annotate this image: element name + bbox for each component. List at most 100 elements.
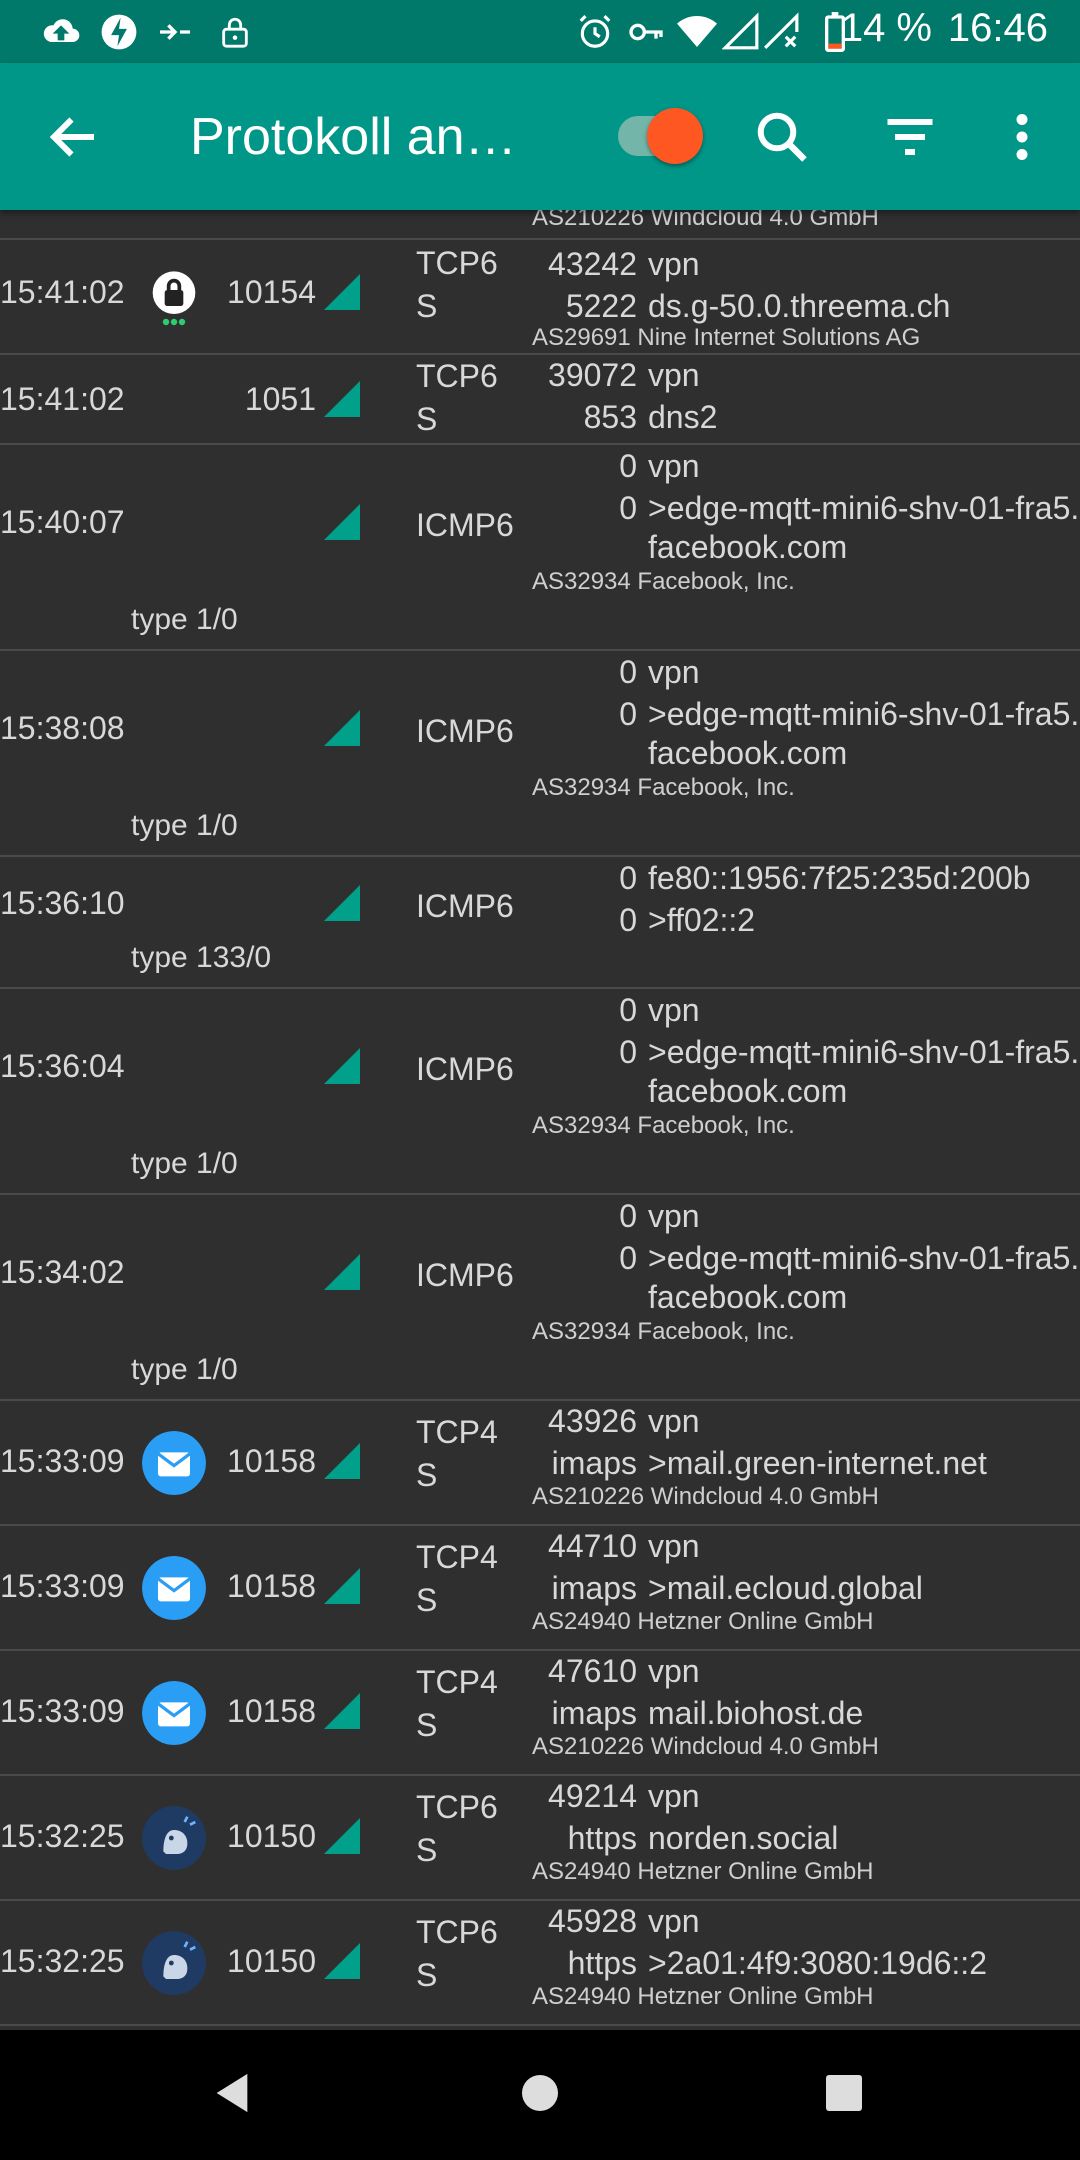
log-uid: 10158 (227, 1693, 316, 1729)
source-address: vpn (648, 1903, 700, 1939)
log-row[interactable]: 15:33:09 10158 TCP4 S 44710 vpn imaps >m… (0, 1526, 1080, 1651)
log-protocol: ICMP6 (416, 888, 514, 924)
as-name: AS32934 Facebook, Inc. (532, 1318, 795, 1345)
log-row[interactable]: 15:38:08 ICMP6 0 vpn 0 >edge-mqtt-mini6-… (0, 651, 1080, 857)
log-time: 15:33:09 (0, 1693, 125, 1729)
dest-port: 0 (619, 1034, 637, 1070)
back-arrow-icon[interactable] (44, 107, 104, 167)
icmp-type: type 1/0 (131, 809, 238, 842)
threema-lock-icon (152, 271, 196, 326)
as-name: AS210226 Windcloud 4.0 GmbH (532, 1733, 879, 1760)
log-row[interactable]: 15:33:09 10158 TCP4 S 47610 vpn imaps ma… (0, 1651, 1080, 1776)
log-protocol: ICMP6 (416, 713, 514, 749)
source-address: vpn (648, 1528, 700, 1564)
battery-percent: 14 % (840, 6, 932, 50)
dest-port: https (567, 1820, 637, 1856)
log-row[interactable]: 15:40:07 ICMP6 0 vpn 0 >edge-mqtt-mini6-… (0, 445, 1080, 651)
mail-app-icon (142, 1431, 206, 1495)
source-port: 0 (619, 860, 637, 896)
log-row[interactable]: 15:33:09 10158 TCP4 S 43926 vpn imaps >m… (0, 1401, 1080, 1526)
dest-address: >mail.green-internet.net (648, 1445, 987, 1481)
dest-port: imaps (551, 1445, 637, 1481)
dest-address: >edge-mqtt-mini6-shv-01-fra5. (648, 1034, 1080, 1070)
source-address: vpn (648, 1653, 700, 1689)
source-address: vpn (648, 992, 700, 1028)
dest-address: >edge-mqtt-mini6-shv-01-fra5. (648, 1240, 1080, 1276)
data-transfer-icon (160, 24, 190, 40)
log-row[interactable]: 15:41:02 1051 TCP6 S 39072 vpn 853 dns2 (0, 355, 1080, 445)
log-protocol: ICMP6 (416, 507, 514, 543)
log-time: 15:40:07 (0, 504, 125, 540)
source-address: vpn (648, 1403, 700, 1439)
log-row[interactable]: 15:32:25 10150 TCP6 S 49214 vpn https no… (0, 1776, 1080, 1901)
log-uid: 10150 (227, 1818, 316, 1854)
source-port: 43926 (548, 1403, 637, 1439)
source-port: 45928 (548, 1903, 637, 1939)
cloud-upload-icon (43, 19, 80, 42)
source-port: 49214 (548, 1778, 637, 1814)
signal-strength-icon (324, 381, 360, 417)
log-uid: 1051 (244, 381, 316, 417)
log-uid: 10158 (227, 1443, 316, 1479)
log-row[interactable]: 15:32:25 10150 TCP6 S 45928 vpn https >2… (0, 1901, 1080, 2026)
source-address: vpn (648, 246, 700, 282)
key-icon (629, 23, 663, 41)
mastodon-app-icon (142, 1806, 206, 1870)
dest-port: 0 (619, 490, 637, 526)
source-address: fe80::1956:7f25:235d:200b (648, 860, 1031, 896)
log-time: 15:33:09 (0, 1568, 125, 1604)
source-port: 39072 (548, 357, 637, 393)
nav-recents-icon[interactable] (824, 2073, 864, 2113)
icmp-type: type 1/0 (131, 1353, 238, 1386)
as-name: AS32934 Facebook, Inc. (532, 774, 795, 801)
log-list[interactable]: AS210226 Windcloud 4.0 GmbH 15:41:02 101… (0, 210, 1080, 2030)
log-protocol: TCP6 S (416, 1789, 498, 1868)
search-icon[interactable] (752, 107, 812, 167)
log-row[interactable]: 15:34:02 ICMP6 0 vpn 0 >edge-mqtt-mini6-… (0, 1195, 1080, 1401)
log-time: 15:41:02 (0, 381, 125, 417)
source-port: 47610 (548, 1653, 637, 1689)
dest-port: 5222 (565, 288, 637, 324)
as-name: AS210226 Windcloud 4.0 GmbH (532, 210, 879, 231)
source-address: vpn (648, 357, 700, 393)
wifi-icon (677, 16, 717, 47)
log-time: 15:36:10 (0, 885, 125, 921)
dest-address: >edge-mqtt-mini6-shv-01-fra5. (648, 490, 1080, 526)
dest-port: 853 (583, 399, 637, 435)
dest-address: >edge-mqtt-mini6-shv-01-fra5. (648, 696, 1080, 732)
log-time: 15:32:25 (0, 1943, 125, 1979)
signal-strength-icon (324, 1568, 360, 1604)
dest-address: >2a01:4f9:3080:19d6::2 (648, 1945, 987, 1981)
status-bar: 14 % 16:46 (0, 0, 1080, 63)
dest-port: imaps (551, 1695, 637, 1731)
cell-signal-no-data-icon (764, 12, 799, 49)
dest-port: 0 (619, 902, 637, 938)
log-row[interactable]: 15:36:10 ICMP6 0 fe80::1956:7f25:235d:20… (0, 857, 1080, 989)
signal-strength-icon (324, 885, 360, 921)
dest-address: ds.g-50.0.threema.ch (648, 288, 951, 324)
source-address: vpn (648, 1778, 700, 1814)
signal-strength-icon (324, 1818, 360, 1854)
source-port: 43242 (548, 246, 637, 282)
lock-icon (222, 17, 248, 48)
nav-back-icon[interactable] (212, 2070, 252, 2116)
signal-strength-icon (324, 1048, 360, 1084)
nav-home-icon[interactable] (520, 2073, 560, 2113)
log-row[interactable]: 15:36:04 ICMP6 0 vpn 0 >edge-mqtt-mini6-… (0, 989, 1080, 1195)
signal-strength-icon (324, 1443, 360, 1479)
dest-address-cont: facebook.com (648, 1073, 848, 1109)
as-name: AS32934 Facebook, Inc. (532, 568, 795, 595)
log-row[interactable]: 15:41:02 10154 TCP6 S 43242 vpn 5222 ds.… (0, 230, 1080, 355)
filter-icon[interactable] (880, 107, 940, 167)
log-protocol: TCP4 S (416, 1664, 498, 1743)
more-vert-icon[interactable] (992, 107, 1052, 167)
dest-address-cont: facebook.com (648, 1279, 848, 1315)
dest-address: norden.social (648, 1820, 839, 1856)
log-protocol: TCP6 S (416, 1914, 498, 1993)
signal-strength-icon (324, 1254, 360, 1290)
page-title: Protokoll an… (190, 108, 517, 166)
mail-app-icon (142, 1556, 206, 1620)
signal-strength-icon (324, 710, 360, 746)
icmp-type: type 1/0 (131, 603, 238, 636)
log-time: 15:34:02 (0, 1254, 125, 1290)
